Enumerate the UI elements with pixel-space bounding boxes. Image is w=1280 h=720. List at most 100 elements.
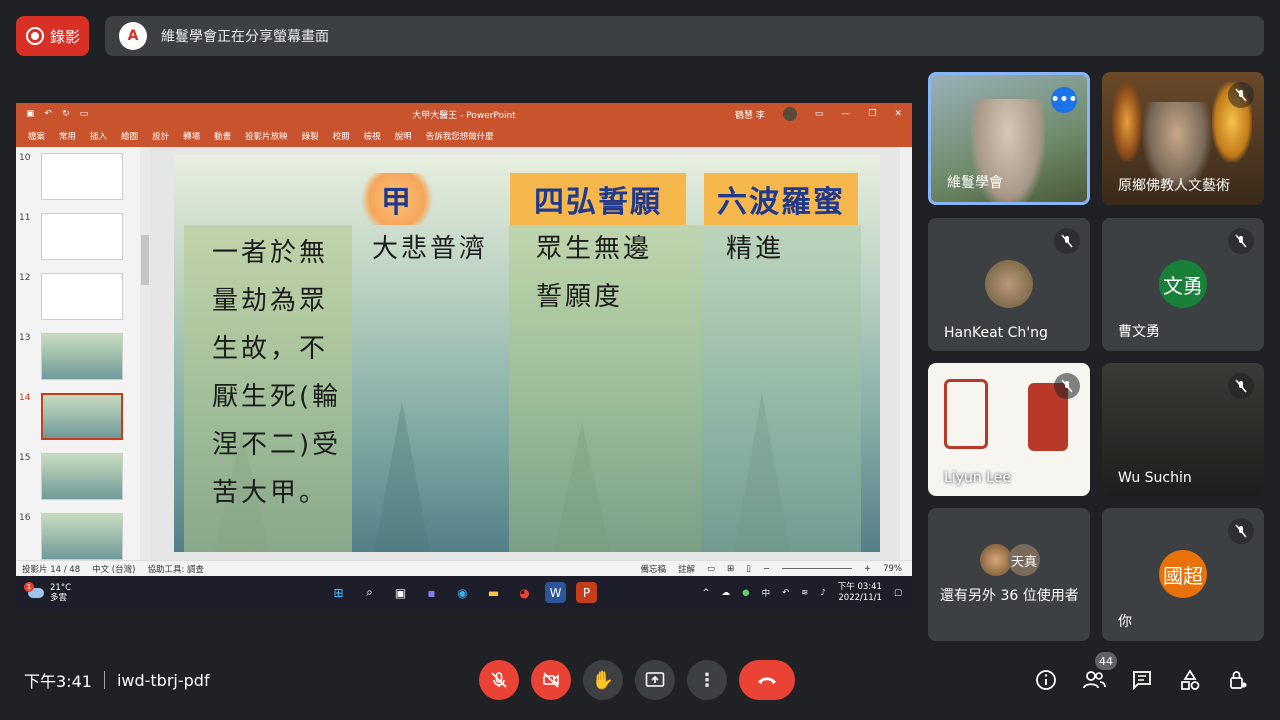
undo-icon[interactable]: ↶ bbox=[45, 109, 53, 119]
thumbnails-scrollbar[interactable] bbox=[140, 147, 150, 560]
ribbon-tab[interactable]: 錄製 bbox=[302, 130, 319, 142]
task-view-icon[interactable]: ▣ bbox=[390, 582, 411, 603]
present-screen-button[interactable] bbox=[635, 660, 675, 700]
participant-tile-self[interactable]: 國超 你 bbox=[1102, 508, 1264, 641]
slide-thumbnail[interactable]: 15 bbox=[16, 453, 140, 503]
close-icon[interactable]: ✕ bbox=[894, 109, 902, 119]
slide-thumbnail[interactable]: 14 bbox=[16, 393, 140, 443]
more-options-button[interactable]: ⋮ bbox=[687, 660, 727, 700]
zoom-in-icon[interactable]: + bbox=[864, 564, 871, 574]
participant-tile-1[interactable]: ••• 維鬘學會 bbox=[928, 72, 1090, 205]
chrome-icon[interactable]: ◕ bbox=[514, 582, 535, 603]
participant-name: 原鄉佛教人文藝術 bbox=[1118, 178, 1230, 194]
normal-view-icon[interactable]: ▭ bbox=[707, 564, 715, 574]
ribbon-tab[interactable]: 常用 bbox=[59, 130, 76, 142]
chat-button[interactable] bbox=[1128, 666, 1156, 694]
mic-off-icon bbox=[1054, 228, 1080, 254]
accessibility-status[interactable]: 協助工具: 調查 bbox=[147, 563, 204, 575]
language-indicator[interactable]: 中文 (台灣) bbox=[92, 563, 135, 575]
host-controls-button[interactable] bbox=[1224, 666, 1252, 694]
slide-thumbnail[interactable]: 13 bbox=[16, 333, 140, 383]
camera-toggle-button[interactable] bbox=[531, 660, 571, 700]
reading-view-icon[interactable]: ▯ bbox=[746, 564, 751, 574]
ribbon-tab[interactable]: 投影片放映 bbox=[245, 130, 288, 142]
slide-thumbnail-image bbox=[41, 513, 123, 560]
slide-thumbnail[interactable]: 10 bbox=[16, 153, 140, 203]
zoom-slider[interactable] bbox=[781, 568, 852, 569]
ribbon-display-icon[interactable]: ▭ bbox=[815, 109, 824, 119]
meeting-time: 下午3:41 bbox=[24, 672, 92, 691]
slide-scrollbar[interactable] bbox=[900, 147, 912, 560]
participant-count-badge: 44 bbox=[1095, 652, 1117, 670]
onedrive-icon[interactable]: ☁ bbox=[722, 588, 731, 598]
mic-toggle-button[interactable] bbox=[479, 660, 519, 700]
ribbon-tab[interactable]: 動畫 bbox=[214, 130, 231, 142]
participant-tile-4[interactable]: 文勇 曹文勇 bbox=[1102, 218, 1264, 351]
leave-call-button[interactable] bbox=[739, 660, 795, 700]
ribbon-tab[interactable]: 說明 bbox=[395, 130, 412, 142]
presenter-logo-icon: A bbox=[119, 22, 147, 50]
mic-off-icon bbox=[1228, 518, 1254, 544]
search-icon[interactable]: ⌕ bbox=[359, 582, 380, 603]
current-slide[interactable]: 甲 四弘誓願 六波羅蜜 一者於無 量劫為眾 生故，不 厭生死(輪 涅不二)受 苦… bbox=[174, 155, 880, 552]
zoom-out-icon[interactable]: − bbox=[763, 564, 770, 574]
notes-button[interactable]: 備忘稿 bbox=[640, 563, 666, 575]
save-icon[interactable]: ▣ bbox=[26, 109, 35, 119]
ribbon-tab[interactable]: 設計 bbox=[152, 130, 169, 142]
redo-icon[interactable]: ↻ bbox=[62, 109, 70, 119]
participant-tile-6[interactable]: Wu Suchin bbox=[1102, 363, 1264, 496]
slide-thumbnail[interactable]: 11 bbox=[16, 213, 140, 263]
start-icon[interactable]: ⊞ bbox=[328, 582, 349, 603]
people-button[interactable] bbox=[1080, 666, 1108, 694]
volume-icon[interactable]: ♪ bbox=[820, 588, 825, 598]
notification-icon[interactable]: ▢ bbox=[894, 588, 902, 598]
powerpoint-icon[interactable]: P bbox=[576, 582, 597, 603]
ime-indicator[interactable]: 中 bbox=[762, 587, 771, 599]
slideshow-icon[interactable]: ▭ bbox=[80, 109, 89, 119]
zoom-level[interactable]: 79% bbox=[883, 564, 902, 574]
minimize-icon[interactable]: — bbox=[841, 109, 850, 119]
ribbon-tab[interactable]: 插入 bbox=[90, 130, 107, 142]
participant-tile-others[interactable]: 天真 還有另外 36 位使用者 bbox=[928, 508, 1090, 641]
seal-image-left bbox=[944, 379, 988, 449]
slide-text-col4: 精進 bbox=[726, 234, 785, 264]
word-icon[interactable]: W bbox=[545, 582, 566, 603]
hand-icon: ✋ bbox=[591, 669, 615, 691]
slide-thumbnail-image bbox=[41, 333, 123, 380]
ribbon-tab[interactable]: 校閱 bbox=[333, 130, 350, 142]
system-clock[interactable]: 下午 03:41 2022/11/1 bbox=[838, 582, 882, 604]
participant-tile-2[interactable]: 原鄉佛教人文藝術 bbox=[1102, 72, 1264, 205]
ribbon-tab[interactable]: 繪圖 bbox=[121, 130, 138, 142]
slide-thumbnail[interactable]: 12 bbox=[16, 273, 140, 323]
activities-button[interactable] bbox=[1176, 666, 1204, 694]
chat-icon[interactable]: ▪ bbox=[421, 582, 442, 603]
participant-name: 還有另外 36 位使用者 bbox=[940, 588, 1079, 604]
edge-icon[interactable]: ◉ bbox=[452, 582, 473, 603]
ribbon-tab[interactable]: 轉場 bbox=[183, 130, 200, 142]
maximize-icon[interactable]: ❐ bbox=[868, 109, 876, 119]
slide-text-col1: 一者於無 量劫為眾 生故，不 厭生死(輪 涅不二)受 苦大甲。 bbox=[212, 238, 342, 508]
comments-button[interactable]: 註解 bbox=[678, 563, 695, 575]
slide-thumbnail[interactable]: 16 bbox=[16, 513, 140, 563]
participant-tile-5[interactable]: Liyun Lee bbox=[928, 363, 1090, 496]
avatar: 天真 bbox=[1008, 544, 1040, 576]
raise-hand-button[interactable]: ✋ bbox=[583, 660, 623, 700]
ribbon-tab[interactable]: 檢視 bbox=[364, 130, 381, 142]
ime-mode-icon[interactable]: ↶ bbox=[782, 588, 789, 598]
wifi-icon[interactable]: ≋ bbox=[801, 588, 808, 598]
ribbon-tab[interactable]: 告訴我您想做什麼 bbox=[426, 130, 494, 142]
sorter-view-icon[interactable]: ⊞ bbox=[727, 564, 734, 574]
weather-widget[interactable]: 1 21°C 多雲 bbox=[16, 581, 316, 603]
share-banner-text: 維鬘學會正在分享螢幕畫面 bbox=[161, 29, 329, 45]
microphone-icon[interactable]: ● bbox=[742, 588, 749, 598]
slide-header-six-paramitas: 六波羅蜜 bbox=[704, 173, 858, 225]
meeting-details-button[interactable] bbox=[1032, 666, 1060, 694]
weather-condition: 多雲 bbox=[50, 592, 68, 603]
file-explorer-icon[interactable]: ▬ bbox=[483, 582, 504, 603]
recording-button[interactable]: 錄影 bbox=[16, 16, 89, 56]
ppt-user-avatar[interactable] bbox=[782, 107, 797, 121]
chevron-up-icon[interactable]: ^ bbox=[703, 588, 710, 598]
participant-tile-3[interactable]: HanKeat Ch'ng bbox=[928, 218, 1090, 351]
ribbon-tab[interactable]: 檔案 bbox=[28, 130, 45, 142]
more-options-icon[interactable]: ••• bbox=[1051, 87, 1077, 113]
